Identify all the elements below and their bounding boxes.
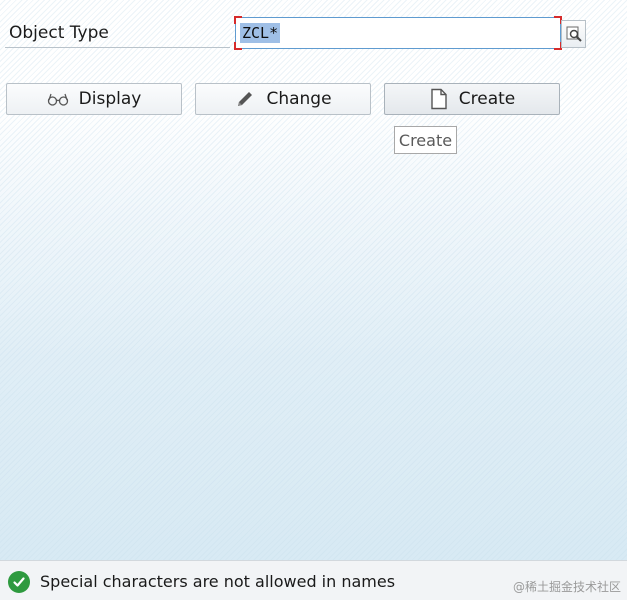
pencil-icon xyxy=(238,92,253,106)
object-type-label: Object Type xyxy=(9,23,109,43)
required-marker xyxy=(234,42,242,50)
tooltip-text: Create xyxy=(398,130,453,150)
display-button[interactable]: Display xyxy=(6,83,182,115)
change-button[interactable]: Change xyxy=(195,83,371,115)
magnifier-icon xyxy=(566,26,582,42)
create-button-label: Create xyxy=(458,89,516,109)
glasses-icon xyxy=(47,93,68,106)
document-icon xyxy=(431,88,447,110)
create-tooltip: Create xyxy=(394,126,457,154)
watermark: @稀土掘金技术社区 xyxy=(512,580,621,594)
status-message[interactable]: Special characters are not allowed in na… xyxy=(40,572,395,591)
object-type-label-row: Object Type xyxy=(5,18,230,48)
object-type-input[interactable]: ZCL* xyxy=(234,16,562,50)
check-circle-icon xyxy=(8,571,30,593)
create-button[interactable]: Create xyxy=(384,83,560,115)
value-help-button[interactable] xyxy=(561,20,586,48)
object-type-value[interactable]: ZCL* xyxy=(240,23,281,43)
change-button-label: Change xyxy=(266,89,332,109)
display-button-label: Display xyxy=(78,89,142,109)
